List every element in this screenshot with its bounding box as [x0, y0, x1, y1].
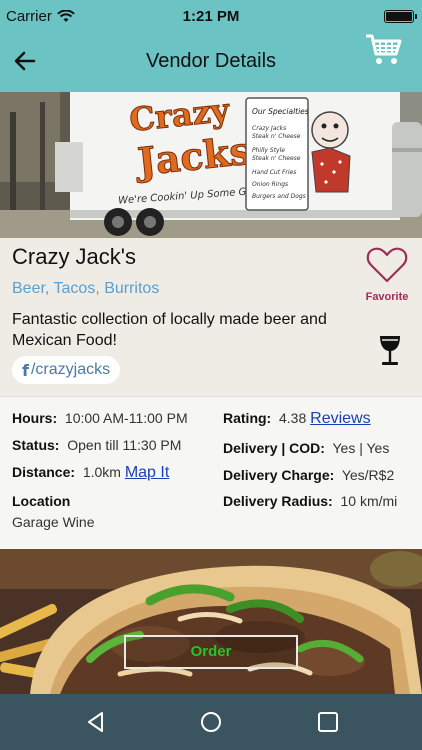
status-row: Status: Open till 11:30 PM: [12, 437, 181, 453]
truck-menu-item: Onion Rings: [252, 181, 288, 188]
vendor-name: Crazy Jack's: [12, 244, 136, 269]
truck-menu-item: Steak n' Cheese: [252, 133, 301, 140]
nav-home-icon[interactable]: [199, 710, 223, 734]
distance-row: Distance: 1.0km Map It: [12, 464, 169, 482]
truck-menu-item: Hand Cut Fries: [252, 169, 296, 176]
facebook-icon: f: [22, 360, 29, 380]
status-bar: Carrier 1:21 PM: [0, 0, 422, 30]
order-button[interactable]: Order: [124, 635, 298, 669]
delivery-charge-label: Delivery Charge:: [223, 467, 335, 483]
favorite-label: Favorite: [365, 291, 409, 303]
clock: 1:21 PM: [182, 8, 240, 25]
vendor-info: Crazy Jack's Beer, Tacos, Burritos Fanta…: [0, 238, 422, 396]
delivery-charge-row: Delivery Charge: Yes/R$2: [223, 467, 394, 483]
hours-label: Hours:: [12, 410, 58, 426]
heart-icon: [366, 247, 408, 283]
reviews-link[interactable]: Reviews: [310, 410, 370, 427]
rating-row: Rating: 4.38 Reviews: [223, 410, 371, 428]
status-label: Status:: [12, 437, 60, 453]
distance-label: Distance:: [12, 464, 76, 480]
facebook-handle: /crazyjacks: [30, 361, 111, 378]
location-row: Location: [12, 493, 70, 509]
truck-menu-item: Steak n' Cheese: [252, 155, 301, 162]
vendor-description: Fantastic collection of locally made bee…: [12, 311, 327, 349]
hours-value: 10:00 AM-11:00 PM: [64, 410, 188, 426]
distance-value: 1.0km: [82, 464, 121, 480]
nav-back-icon[interactable]: [84, 710, 108, 734]
truck-menu-item: Crazy Jacks: [252, 125, 286, 132]
delivery-cod-row: Delivery | COD: Yes | Yes: [223, 440, 389, 456]
location-value-row: Garage Wine: [12, 514, 94, 530]
shopping-cart-icon[interactable]: [364, 32, 404, 68]
truck-menu-item: Burgers and Dogs: [252, 193, 306, 200]
location-value: Garage Wine: [12, 514, 95, 530]
rating-label: Rating:: [223, 410, 272, 426]
delivery-radius-label: Delivery Radius:: [223, 493, 333, 509]
delivery-cod-label: Delivery | COD:: [223, 440, 325, 456]
facebook-link[interactable]: f /crazyjacks: [12, 356, 121, 384]
truck-menu-item: Philly Style: [252, 147, 285, 154]
truck-menu-title: Our Specialties: [252, 107, 309, 116]
vendor-details: Hours: 10:00 AM-11:00 PM Rating: 4.38 Re…: [0, 396, 422, 549]
vendor-categories: Beer, Tacos, Burritos: [12, 280, 160, 297]
vendor-hero-image: Crazy Jacks We're Cookin' Up Some Good F…: [0, 92, 422, 238]
android-nav-bar: [0, 694, 422, 750]
hours-row: Hours: 10:00 AM-11:00 PM: [12, 410, 188, 426]
food-image: Order: [0, 549, 422, 694]
wine-glass-icon: [380, 336, 400, 365]
location-label: Location: [12, 493, 71, 509]
delivery-radius-value: 10 km/mi: [340, 493, 398, 509]
battery-icon: [384, 10, 417, 23]
delivery-charge-value: Yes/R$2: [341, 467, 395, 483]
page-title: Vendor Details: [145, 50, 277, 72]
rating-value: 4.38: [279, 410, 307, 426]
delivery-radius-row: Delivery Radius: 10 km/mi: [223, 493, 397, 509]
nav-recents-icon[interactable]: [316, 710, 340, 734]
status-value: Open till 11:30 PM: [67, 437, 182, 453]
map-it-link[interactable]: Map It: [125, 464, 169, 481]
delivery-cod-value: Yes | Yes: [332, 440, 390, 456]
nav-bar: Vendor Details: [0, 30, 422, 92]
favorite-button[interactable]: Favorite: [362, 246, 412, 303]
